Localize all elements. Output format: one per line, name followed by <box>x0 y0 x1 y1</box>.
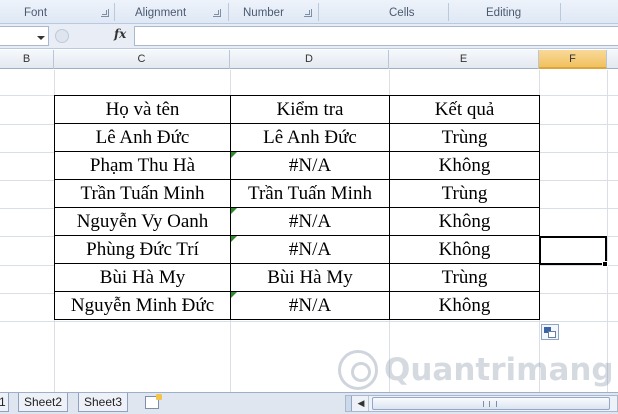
table-row: Phạm Thu Hà #N/A Không <box>54 151 540 180</box>
sheet-tab-sheet2[interactable]: Sheet2 <box>18 393 69 412</box>
alignment-dialog-launcher-icon[interactable] <box>213 9 221 17</box>
check-cell[interactable]: Bùi Hà My <box>230 263 390 292</box>
ribbon-separator <box>318 3 319 21</box>
watermark-logo: Quantrimang <box>338 350 614 392</box>
header-cell-check[interactable]: Kiểm tra <box>230 95 390 124</box>
result-cell[interactable]: Không <box>389 151 540 180</box>
check-cell[interactable]: #N/A <box>230 151 390 180</box>
result-cell[interactable]: Không <box>389 207 540 236</box>
column-header-d[interactable]: D <box>230 50 389 69</box>
column-header-e[interactable]: E <box>389 50 539 69</box>
chevron-down-icon[interactable] <box>37 36 45 40</box>
result-cell[interactable]: Không <box>389 291 540 320</box>
ribbon-separator <box>448 3 449 21</box>
fill-handle[interactable] <box>602 261 608 267</box>
error-indicator-icon[interactable] <box>231 236 237 242</box>
name-cell[interactable]: Trần Tuấn Minh <box>54 179 231 208</box>
scroll-left-arrow-icon[interactable]: ◀ <box>354 396 369 411</box>
error-indicator-icon[interactable] <box>231 292 237 298</box>
active-cell-selection[interactable] <box>539 236 607 265</box>
name-cell[interactable]: Bùi Hà My <box>54 263 231 292</box>
check-text: #N/A <box>288 154 332 176</box>
sheet-tab-sheet3[interactable]: Sheet3 <box>78 393 129 412</box>
header-cell-result[interactable]: Kết quả <box>389 95 540 124</box>
insert-sheet-icon[interactable] <box>145 394 162 409</box>
watermark-text: Quantrimang <box>384 352 614 388</box>
name-box[interactable] <box>0 26 49 46</box>
paste-options-icon[interactable] <box>541 324 559 340</box>
check-cell[interactable]: #N/A <box>230 235 390 264</box>
result-cell[interactable]: Trùng <box>389 263 540 292</box>
check-text: #N/A <box>288 210 332 232</box>
check-text: #N/A <box>288 238 332 260</box>
table-row: Nguyễn Vy Oanh #N/A Không <box>54 207 540 236</box>
table-row: Lê Anh Đức Lê Anh Đức Trùng <box>54 123 540 152</box>
grip-icon <box>483 401 497 407</box>
result-cell[interactable]: Trùng <box>389 123 540 152</box>
formula-bar: fx <box>0 24 618 49</box>
column-header-g[interactable] <box>607 50 618 69</box>
ribbon-group-editing: Editing <box>486 7 522 19</box>
column-header-b[interactable]: B <box>0 50 54 69</box>
ribbon-group-alignment: Alignment <box>135 7 187 19</box>
result-cell[interactable]: Không <box>389 235 540 264</box>
name-cell[interactable]: Lê Anh Đức <box>54 123 231 152</box>
check-cell[interactable]: #N/A <box>230 207 390 236</box>
error-indicator-icon[interactable] <box>231 208 237 214</box>
formula-bar-resize-handle[interactable] <box>55 29 69 43</box>
watermark-logo-icon <box>338 350 378 390</box>
check-text: #N/A <box>288 294 332 316</box>
insert-function-icon[interactable]: fx <box>114 27 126 41</box>
ribbon-group-cells: Cells <box>389 7 415 19</box>
column-header-row: B C D E F <box>0 50 618 69</box>
ribbon-separator <box>560 3 561 21</box>
name-text: Phạm Thu Hà <box>89 154 196 176</box>
result-cell[interactable]: Trùng <box>389 179 540 208</box>
name-cell[interactable]: Nguyễn Vy Oanh <box>54 207 231 236</box>
table-row: Bùi Hà My Bùi Hà My Trùng <box>54 263 540 292</box>
number-dialog-launcher-icon[interactable] <box>304 9 312 17</box>
font-dialog-launcher-icon[interactable] <box>101 9 109 17</box>
tab-split-handle[interactable] <box>346 396 352 411</box>
worksheet-grid[interactable]: Họ và tên Kiểm tra Kết quả Lê Anh Đức Lê… <box>0 70 618 392</box>
header-cell-name[interactable]: Họ và tên <box>54 95 231 124</box>
name-cell[interactable]: Phùng Đức Trí <box>54 235 231 264</box>
table-row: Phùng Đức Trí #N/A Không <box>54 235 540 264</box>
table-row: Trần Tuấn Minh Trần Tuấn Minh Trùng <box>54 179 540 208</box>
formula-input[interactable] <box>134 26 618 46</box>
column-header-f[interactable]: F <box>539 50 607 69</box>
check-cell[interactable]: Trần Tuấn Minh <box>230 179 390 208</box>
horizontal-scrollbar[interactable]: ◀ <box>345 395 618 412</box>
data-table: Họ và tên Kiểm tra Kết quả Lê Anh Đức Lê… <box>54 95 540 320</box>
name-text: Nguyễn Minh Đức <box>70 294 215 316</box>
ribbon-group-number: Number <box>243 7 284 19</box>
ribbon-separator <box>114 3 115 21</box>
table-row: Nguyễn Minh Đức #N/A Không <box>54 291 540 320</box>
ribbon-group-font: Font <box>24 7 48 19</box>
name-text: Phùng Đức Trí <box>86 238 199 260</box>
name-cell[interactable]: Nguyễn Minh Đức <box>54 291 231 320</box>
name-text: Nguyễn Vy Oanh <box>76 210 209 232</box>
ribbon-group-bar: Font Alignment Number Cells Editing <box>0 0 618 24</box>
check-cell[interactable]: Lê Anh Đức <box>230 123 390 152</box>
name-cell[interactable]: Phạm Thu Hà <box>54 151 231 180</box>
column-header-c[interactable]: C <box>54 50 230 69</box>
sheet-tab-partial[interactable]: 1 <box>0 393 9 412</box>
sheet-tabs-bar: 1 Sheet2 Sheet3 ◀ <box>0 392 618 414</box>
table-header-row: Họ và tên Kiểm tra Kết quả <box>54 95 540 124</box>
ribbon-separator <box>228 3 229 21</box>
error-indicator-icon[interactable] <box>231 152 237 158</box>
scroll-thumb[interactable] <box>372 397 610 410</box>
check-cell[interactable]: #N/A <box>230 291 390 320</box>
